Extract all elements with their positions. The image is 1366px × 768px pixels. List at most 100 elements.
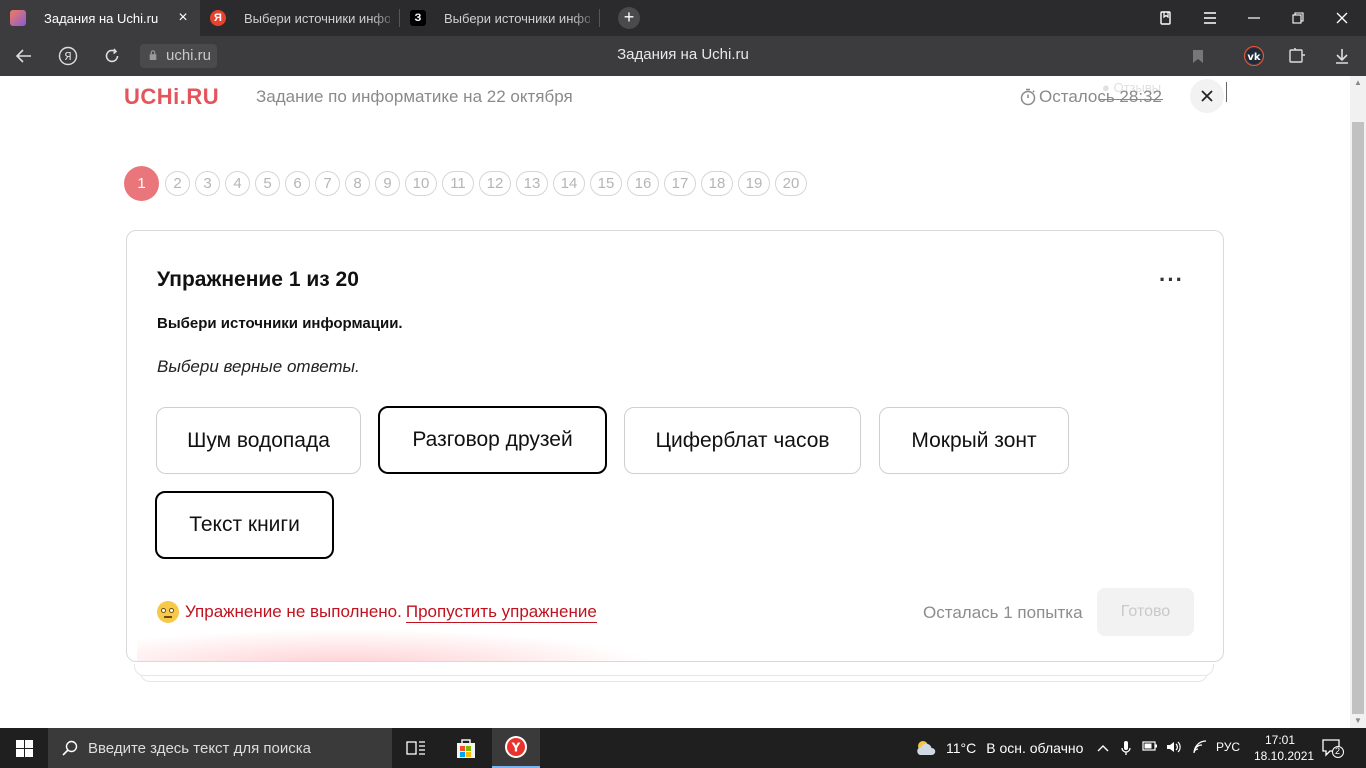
tab-yandex[interactable]: Я Выбери источники инфор (200, 0, 400, 36)
close-icon (1201, 90, 1213, 102)
status-text: Упражнение не выполнено. (185, 602, 402, 621)
znanija-favicon-icon: З (410, 10, 426, 26)
answer-option[interactable]: Текст книги (155, 491, 334, 559)
question-text: Выбери источники информации. (157, 315, 403, 332)
done-button[interactable]: Готово (1097, 588, 1194, 636)
page-14[interactable]: 14 (553, 171, 585, 196)
start-button[interactable] (0, 728, 48, 768)
tab-title: Выбери источники инфор (244, 10, 390, 26)
page-15[interactable]: 15 (590, 171, 622, 196)
card-stack-shadow (134, 664, 1214, 676)
more-options-icon[interactable]: ··· (1159, 267, 1184, 293)
language-indicator[interactable]: РУС (1216, 740, 1240, 754)
volume-icon[interactable] (1166, 740, 1182, 756)
weather-temp: 11°C (946, 740, 977, 756)
timer: Осталось 28:32 (1020, 87, 1162, 107)
page-1[interactable]: 1 (124, 166, 159, 201)
weather-widget[interactable]: 11°C В осн. облачно (914, 728, 1083, 768)
notifications-count: 2 (1335, 746, 1341, 756)
page-7[interactable]: 7 (315, 171, 340, 196)
page-18[interactable]: 18 (701, 171, 733, 196)
page-6[interactable]: 6 (285, 171, 310, 196)
page-4[interactable]: 4 (225, 171, 250, 196)
scroll-thumb[interactable] (1352, 122, 1364, 714)
collections-icon[interactable] (1144, 0, 1188, 36)
page-scrollbar[interactable]: ▲ ▼ (1350, 76, 1366, 728)
answer-option[interactable]: Разговор друзей (378, 406, 607, 474)
reload-icon[interactable] (100, 44, 124, 68)
clock-time: 17:01 (1264, 733, 1296, 747)
timer-text: Осталось 28:32 (1039, 87, 1162, 106)
page-10[interactable]: 10 (405, 171, 437, 196)
status-message: Упражнение не выполнено. Пропустить упра… (157, 601, 597, 623)
clock[interactable]: 17:01 18.10.2021 (1254, 732, 1315, 764)
tab-uchi[interactable]: Задания на Uchi.ru × (0, 0, 200, 36)
extensions-icon[interactable] (1286, 44, 1310, 68)
tab-znanija[interactable]: З Выбери источники инфор (400, 0, 600, 36)
taskbar-search[interactable]: Введите здесь текст для поиска (48, 728, 392, 768)
answer-option[interactable]: Циферблат часов (624, 407, 861, 474)
network-icon[interactable] (1192, 740, 1208, 756)
stopwatch-icon (1020, 88, 1036, 106)
task-view-icon[interactable] (392, 728, 440, 768)
page-3[interactable]: 3 (195, 171, 220, 196)
answer-option[interactable]: Шум водопада (156, 407, 361, 474)
battery-icon[interactable] (1142, 740, 1158, 756)
tab-title: Задания на Uchi.ru (44, 10, 159, 26)
page-2[interactable]: 2 (165, 171, 190, 196)
bookmark-icon[interactable] (1186, 44, 1210, 68)
minimize-icon[interactable] (1232, 0, 1276, 36)
svg-text:Y: Y (511, 741, 521, 755)
exercise-title: Упражнение 1 из 20 (157, 268, 359, 291)
svg-text:vk: vk (1247, 52, 1261, 63)
lock-icon (149, 50, 157, 60)
page-17[interactable]: 17 (664, 171, 696, 196)
search-placeholder: Введите здесь текст для поиска (88, 739, 311, 757)
vk-extension-icon[interactable]: vk (1242, 44, 1266, 68)
restore-icon[interactable] (1276, 0, 1320, 36)
download-icon[interactable] (1330, 44, 1354, 68)
page-19[interactable]: 19 (738, 171, 770, 196)
uchi-favicon-icon (10, 10, 26, 26)
chevron-up-icon[interactable] (1095, 740, 1111, 756)
new-tab-button[interactable]: + (618, 7, 640, 29)
eye-roll-emoji-icon (157, 601, 179, 623)
uchi-logo[interactable]: UCHi.RU (124, 84, 219, 110)
microsoft-store-icon[interactable] (442, 728, 490, 768)
answer-option[interactable]: Мокрый зонт (879, 407, 1069, 474)
weather-text: В осн. облачно (986, 740, 1084, 756)
task-title: Задание по информатике на 22 октября (256, 87, 573, 106)
close-task-button[interactable] (1190, 79, 1224, 113)
cloudy-weather-icon (917, 741, 936, 755)
yandex-browser-icon[interactable]: Y (492, 728, 540, 768)
close-tab-icon[interactable]: × (176, 10, 190, 26)
page-16[interactable]: 16 (627, 171, 659, 196)
browser-tab-bar: Задания на Uchi.ru × Я Выбери источники … (0, 0, 1366, 36)
scroll-up-icon[interactable]: ▲ (1350, 76, 1366, 90)
microphone-icon[interactable] (1118, 740, 1134, 756)
skip-exercise-link[interactable]: Пропустить упражнение (405, 602, 597, 623)
notifications-icon[interactable]: 2 (1322, 738, 1344, 758)
error-glow (137, 629, 657, 661)
tab-title: Выбери источники инфор (444, 10, 590, 26)
menu-icon[interactable] (1188, 0, 1232, 36)
scroll-down-icon[interactable]: ▼ (1350, 714, 1366, 728)
attempts-left: Осталась 1 попытка (923, 603, 1083, 622)
yandex-home-icon[interactable]: Я (56, 44, 80, 68)
page-9[interactable]: 9 (375, 171, 400, 196)
page-8[interactable]: 8 (345, 171, 370, 196)
page-5[interactable]: 5 (255, 171, 280, 196)
page-13[interactable]: 13 (516, 171, 548, 196)
windows-taskbar: Введите здесь текст для поиска Y 11°C В … (0, 728, 1366, 768)
clock-date: 18.10.2021 (1254, 749, 1315, 763)
page-20[interactable]: 20 (775, 171, 807, 196)
svg-text:Я: Я (64, 50, 72, 63)
exercise-card: Упражнение 1 из 20 ··· Выбери источники … (126, 230, 1224, 662)
close-window-icon[interactable] (1320, 0, 1364, 36)
page-12[interactable]: 12 (479, 171, 511, 196)
address-bar[interactable]: uchi.ru (140, 44, 218, 68)
question-hint: Выбери верные ответы. (157, 357, 360, 376)
back-icon[interactable] (12, 44, 36, 68)
address-text: uchi.ru (166, 47, 212, 64)
page-11[interactable]: 11 (442, 171, 474, 196)
